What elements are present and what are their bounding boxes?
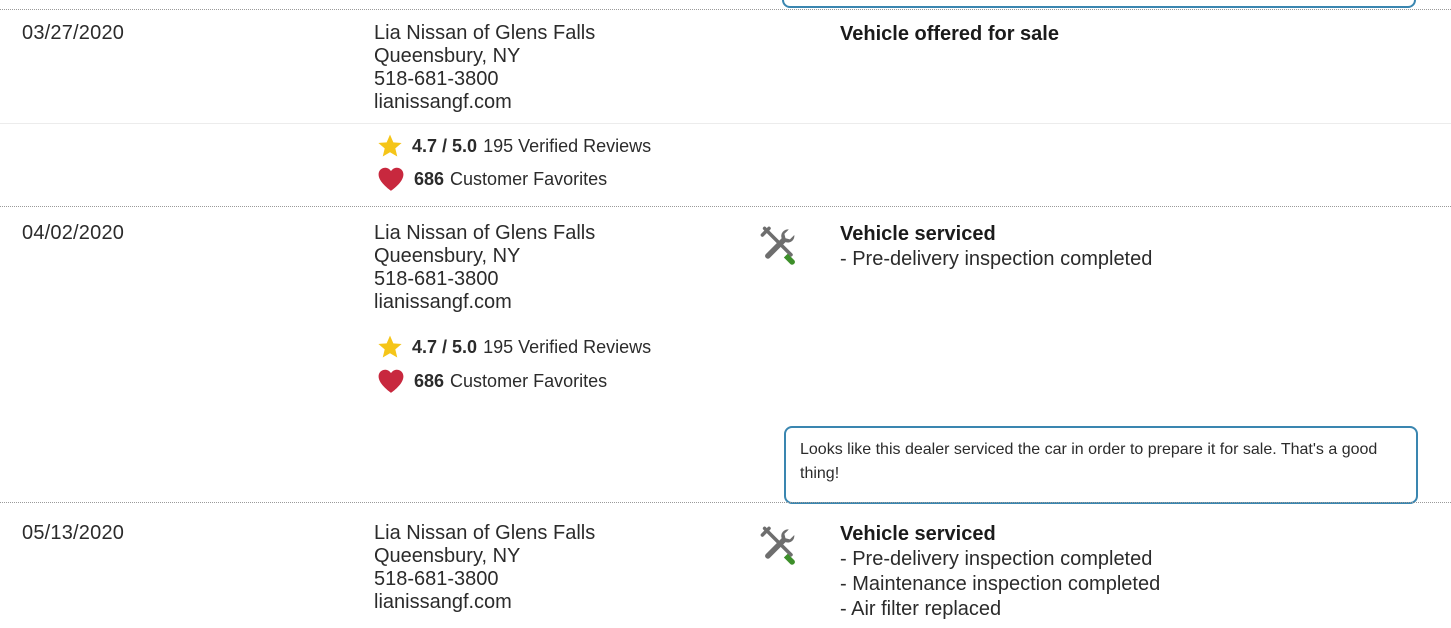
dealer-website[interactable]: lianissangf.com	[374, 591, 595, 614]
dealer-rating: 4.7 / 5.0 195 Verified Reviews	[376, 334, 651, 360]
customer-favorites: 686 Customer Favorites	[376, 166, 607, 192]
row-subdivider	[0, 123, 1451, 124]
dealer-phone: 518-681-3800	[374, 268, 499, 290]
event-detail: - Pre-delivery inspection completed	[840, 548, 1153, 570]
favorites-label: Customer Favorites	[450, 168, 608, 189]
record-date: 04/02/2020	[22, 222, 125, 244]
event-detail: - Pre-delivery inspection completed	[840, 248, 1153, 270]
dealer-name[interactable]: Lia Nissan of Glens Falls	[374, 22, 595, 45]
event-title: Vehicle serviced	[840, 223, 996, 245]
dealer-location: Queensbury, NY	[374, 245, 521, 267]
dealer-info: Lia Nissan of Glens Falls Queensbury, NY…	[374, 222, 595, 314]
dealer-info: Lia Nissan of Glens Falls Queensbury, NY…	[374, 522, 595, 614]
heart-icon	[378, 167, 404, 191]
review-count[interactable]: 195 Verified Reviews	[483, 136, 651, 157]
wrench-screwdriver-icon	[760, 226, 795, 265]
record-date: 05/13/2020	[22, 522, 125, 544]
previous-note-box	[782, 0, 1416, 8]
dealer-phone: 518-681-3800	[374, 568, 499, 590]
dealer-name[interactable]: Lia Nissan of Glens Falls	[374, 522, 595, 545]
dealer-rating: 4.7 / 5.0 195 Verified Reviews	[376, 133, 651, 159]
wrench-screwdriver-icon	[760, 526, 795, 565]
favorites-count: 686	[414, 168, 445, 189]
star-icon	[378, 335, 402, 358]
event-title: Vehicle serviced	[840, 523, 996, 545]
favorites-label: Customer Favorites	[450, 370, 608, 391]
rating-score: 4.7 / 5.0	[412, 336, 478, 357]
rating-score: 4.7 / 5.0	[412, 135, 478, 156]
record-date: 03/27/2020	[22, 22, 125, 44]
event-info: Vehicle serviced - Pre-delivery inspecti…	[840, 522, 1160, 622]
customer-favorites: 686 Customer Favorites	[376, 368, 607, 394]
row-divider	[0, 9, 1451, 10]
dealer-name[interactable]: Lia Nissan of Glens Falls	[374, 222, 595, 245]
heart-icon	[378, 369, 404, 393]
event-info: Vehicle serviced - Pre-delivery inspecti…	[840, 222, 1152, 272]
dealer-service-note: Looks like this dealer serviced the car …	[784, 426, 1418, 504]
review-count[interactable]: 195 Verified Reviews	[483, 337, 651, 358]
dealer-location: Queensbury, NY	[374, 545, 521, 567]
dealer-location: Queensbury, NY	[374, 45, 521, 67]
event-detail: - Maintenance inspection completed	[840, 573, 1161, 595]
favorites-count: 686	[414, 370, 445, 391]
dealer-phone: 518-681-3800	[374, 68, 499, 90]
row-divider	[0, 502, 1451, 503]
star-icon	[378, 134, 402, 157]
dealer-website[interactable]: lianissangf.com	[374, 91, 595, 114]
dealer-info: Lia Nissan of Glens Falls Queensbury, NY…	[374, 22, 595, 114]
row-divider	[0, 206, 1451, 207]
event-detail: - Air filter replaced	[840, 598, 1002, 620]
event-info: Vehicle offered for sale	[840, 22, 1059, 47]
dealer-website[interactable]: lianissangf.com	[374, 291, 595, 314]
event-title: Vehicle offered for sale	[840, 23, 1059, 45]
